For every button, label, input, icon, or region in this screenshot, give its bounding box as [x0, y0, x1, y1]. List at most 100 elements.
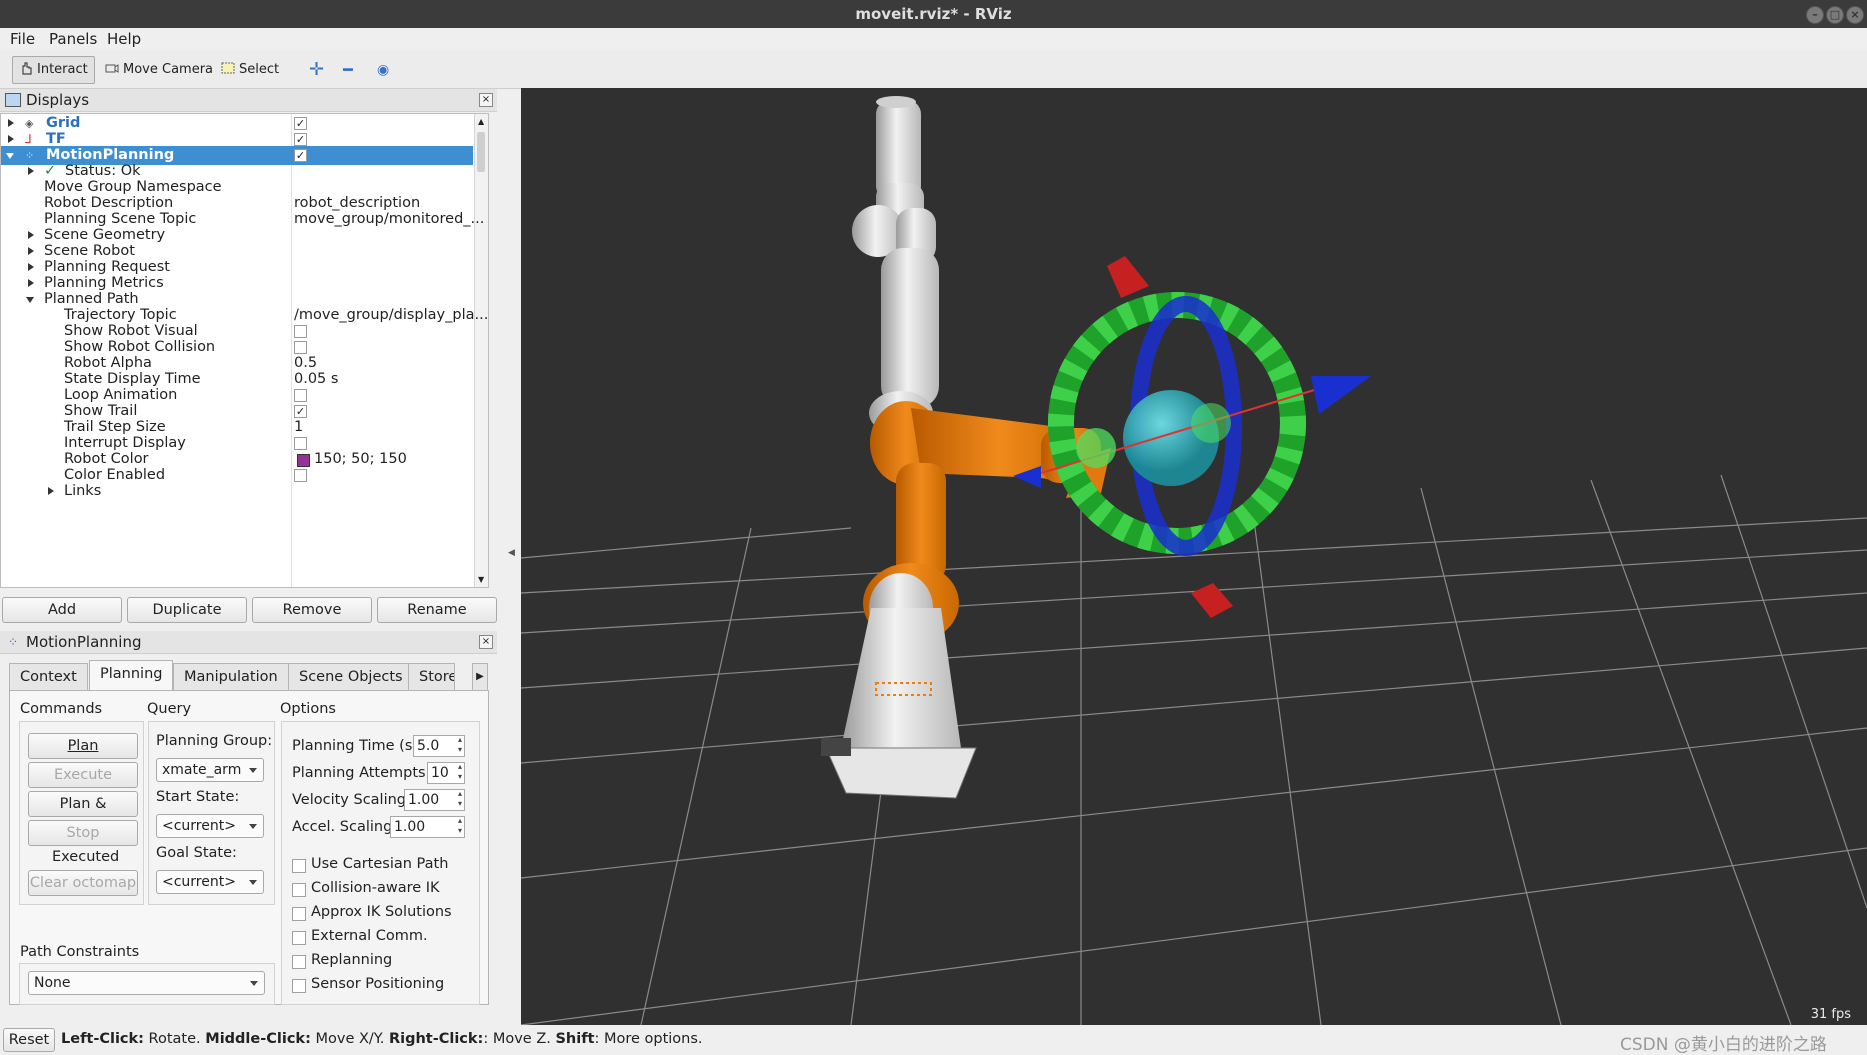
planning-time-label: Planning Time (s):: [292, 738, 423, 754]
planning-attempts-label: Planning Attempts:: [292, 765, 431, 781]
goal-state-label: Goal State:: [156, 845, 237, 861]
select-button[interactable]: Select: [214, 56, 286, 84]
planning-group-select[interactable]: xmate_arm: [156, 758, 264, 782]
approx-ik-checkbox[interactable]: [292, 907, 306, 921]
accel-scaling-label: Accel. Scaling:: [292, 819, 398, 835]
start-state-label: Start State:: [156, 789, 240, 805]
cartesian-path-checkbox[interactable]: [292, 859, 306, 873]
menu-bar: File Panels Help: [0, 28, 1867, 50]
tree-item-links[interactable]: Links: [1, 482, 473, 501]
ground-grid: [521, 474, 1867, 1025]
clear-octomap-button[interactable]: Clear octomap: [28, 870, 138, 896]
watermark: CSDN @黄小白的进阶之路: [1620, 1035, 1827, 1055]
expand-icon[interactable]: [8, 119, 14, 127]
expand-icon[interactable]: [48, 487, 54, 495]
add-tool-icon[interactable]: ✛: [302, 56, 331, 84]
rename-display-button[interactable]: Rename: [377, 597, 497, 623]
fps-readout: 31 fps: [1811, 1007, 1852, 1022]
loop-animation-checkbox[interactable]: [294, 389, 307, 402]
window-title-bar: moveit.rviz* - RViz – □ ×: [0, 0, 1867, 28]
start-state-select[interactable]: <current>: [156, 814, 264, 838]
close-icon[interactable]: ×: [1846, 6, 1864, 24]
window-title: moveit.rviz* - RViz: [855, 5, 1012, 23]
goal-state-select[interactable]: <current>: [156, 870, 264, 894]
commands-header: Commands: [20, 701, 103, 717]
view-eye-icon[interactable]: ◉: [370, 56, 396, 84]
displays-panel-header: Displays ×: [0, 89, 497, 112]
3d-viewport[interactable]: 31 fps: [521, 88, 1867, 1025]
scene-render[interactable]: 31 fps: [521, 88, 1867, 1025]
query-header: Query: [147, 701, 192, 717]
plan-button[interactable]: Plan: [28, 733, 138, 759]
expand-icon[interactable]: [28, 247, 34, 255]
tab-planning[interactable]: Planning: [89, 660, 174, 691]
interrupt-display-checkbox[interactable]: [294, 437, 307, 450]
close-panel-icon[interactable]: ×: [479, 635, 493, 649]
execute-button[interactable]: Execute: [28, 762, 138, 788]
accel-scaling-spinbox[interactable]: 1.00: [390, 816, 465, 838]
path-constraints-label: Path Constraints: [20, 944, 140, 960]
interactive-marker[interactable]: [1013, 256, 1371, 618]
collision-aware-ik-checkbox[interactable]: [292, 883, 306, 897]
expand-icon[interactable]: [28, 167, 34, 175]
hand-icon: [22, 62, 32, 75]
minimize-icon[interactable]: –: [1806, 6, 1824, 24]
status-bar: Reset Left-Click: Rotate. Middle-Click: …: [0, 1027, 1867, 1055]
reset-button[interactable]: Reset: [3, 1028, 55, 1052]
displays-title: Displays: [26, 91, 90, 109]
add-display-button[interactable]: Add: [2, 597, 122, 623]
planning-group-label: Planning Group:: [156, 733, 273, 749]
path-constraints-select[interactable]: None: [28, 971, 265, 995]
camera-icon: [105, 64, 119, 73]
external-comm-checkbox[interactable]: [292, 931, 306, 945]
expand-icon[interactable]: [28, 231, 34, 239]
velocity-scaling-label: Velocity Scaling:: [292, 792, 411, 808]
motionplanning-icon: ⁘: [8, 635, 19, 649]
tf-enabled-checkbox[interactable]: ✓: [294, 133, 307, 146]
menu-panels[interactable]: Panels: [49, 30, 97, 48]
stop-button[interactable]: Stop: [28, 820, 138, 846]
grid-enabled-checkbox[interactable]: ✓: [294, 117, 307, 130]
monitor-icon: [5, 93, 21, 107]
status-hint: Left-Click: Rotate. Middle-Click: Move X…: [61, 1031, 703, 1047]
maximize-icon[interactable]: □: [1826, 6, 1844, 24]
tab-stored[interactable]: Store: [408, 663, 455, 690]
displays-tree: ▲ ▼ ◈ Grid ✓ ⅃ TF ✓ ⁘ MotionPlanning ✓ ✓…: [0, 113, 489, 588]
color-enabled-checkbox[interactable]: [294, 469, 307, 482]
remove-tool-icon[interactable]: ━: [336, 56, 360, 84]
tab-scene-objects[interactable]: Scene Objects: [288, 663, 414, 690]
collapse-icon[interactable]: [26, 297, 34, 303]
close-panel-icon[interactable]: ×: [479, 93, 493, 107]
toolbar: Interact Move Camera Select ✛ ━ ◉: [0, 50, 1867, 89]
remove-display-button[interactable]: Remove: [252, 597, 372, 623]
menu-file[interactable]: File: [10, 30, 35, 48]
collapse-left-icon[interactable]: ◀: [508, 548, 515, 558]
expand-icon[interactable]: [28, 279, 34, 287]
move-camera-button[interactable]: Move Camera: [98, 56, 220, 84]
motionplanning-enabled-checkbox[interactable]: ✓: [294, 149, 307, 162]
select-box-icon: [221, 62, 235, 74]
planning-attempts-spinbox[interactable]: 10: [427, 762, 465, 784]
show-trail-checkbox[interactable]: ✓: [294, 405, 307, 418]
plan-execute-button[interactable]: Plan & Execute: [28, 791, 138, 836]
execution-status: Executed: [52, 849, 120, 865]
tree-scrollbar[interactable]: ▲ ▼: [474, 114, 488, 587]
show-robot-collision-checkbox[interactable]: [294, 341, 307, 354]
options-header: Options: [280, 701, 336, 717]
show-robot-visual-checkbox[interactable]: [294, 325, 307, 338]
velocity-scaling-spinbox[interactable]: 1.00: [404, 789, 465, 811]
planning-time-spinbox[interactable]: 5.0: [413, 735, 465, 757]
interact-button[interactable]: Interact: [12, 56, 95, 84]
duplicate-display-button[interactable]: Duplicate: [127, 597, 247, 623]
sensor-positioning-checkbox[interactable]: [292, 979, 306, 993]
expand-icon[interactable]: [28, 263, 34, 271]
tab-manipulation[interactable]: Manipulation: [173, 663, 289, 690]
tab-context[interactable]: Context: [9, 663, 88, 690]
motionplanning-panel-header: ⁘ MotionPlanning ×: [0, 631, 497, 654]
tab-scroll-right-icon[interactable]: ▶: [472, 663, 488, 691]
menu-help[interactable]: Help: [107, 30, 141, 48]
scrollbar-thumb[interactable]: [477, 132, 485, 172]
collapse-icon[interactable]: [6, 153, 14, 159]
expand-icon[interactable]: [8, 135, 14, 143]
replanning-checkbox[interactable]: [292, 955, 306, 969]
